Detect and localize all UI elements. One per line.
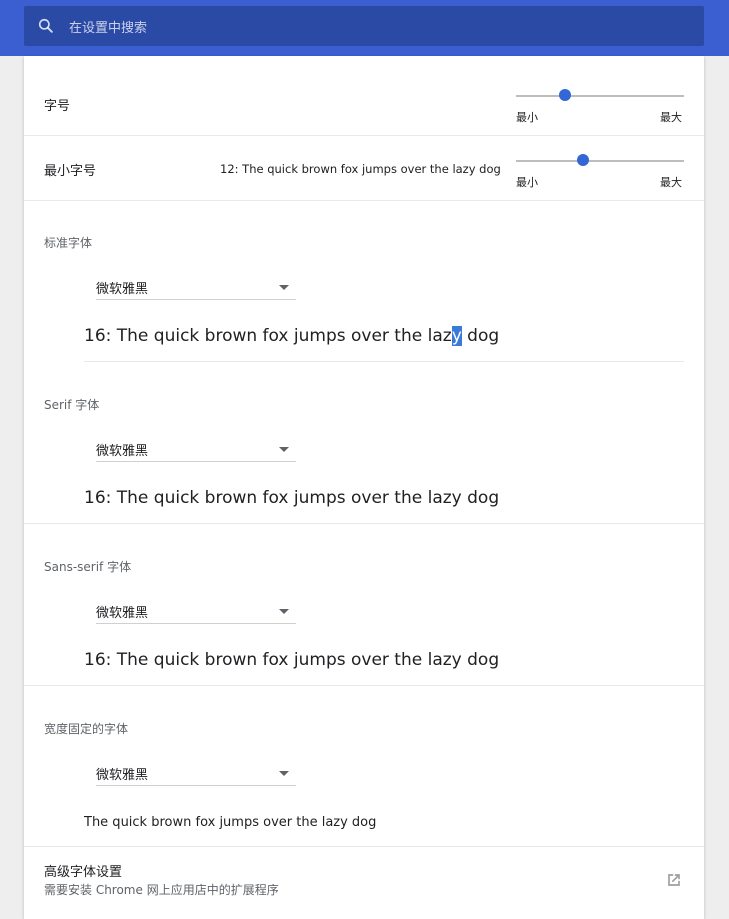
dropdown-arrow-icon	[279, 447, 289, 452]
serif-font-value: 微软雅黑	[96, 444, 149, 459]
sample-text-before: 16: The quick brown fox jumps over the l…	[84, 326, 452, 346]
fixed-width-font-value: 微软雅黑	[96, 768, 149, 783]
font-size-row: 字号 最小 最大	[24, 71, 704, 136]
fixed-width-font-dropdown[interactable]: 微软雅黑	[96, 762, 296, 786]
dropdown-arrow-icon	[279, 771, 289, 776]
standard-font-dropdown[interactable]: 微软雅黑	[96, 276, 296, 300]
search-box[interactable]: 在设置中搜索	[24, 6, 704, 46]
advanced-font-settings-title: 高级字体设置	[44, 865, 123, 880]
standard-font-section: 标准字体 微软雅黑 16: The quick brown fox jumps …	[24, 201, 704, 363]
font-size-min-label: 最小	[516, 111, 538, 124]
font-size-label: 字号	[44, 99, 71, 114]
advanced-font-settings-link[interactable]: 高级字体设置 需要安装 Chrome 网上应用店中的扩展程序	[24, 847, 704, 919]
fixed-width-font-sample: The quick brown fox jumps over the lazy …	[84, 815, 377, 830]
min-font-size-sample: 12: The quick brown fox jumps over the l…	[220, 162, 501, 176]
standard-font-value: 微软雅黑	[96, 282, 149, 297]
standard-font-label: 标准字体	[44, 236, 93, 250]
min-font-size-label: 最小字号	[44, 164, 97, 179]
font-size-slider-knob[interactable]	[559, 89, 571, 101]
search-input[interactable]: 在设置中搜索	[69, 17, 147, 36]
serif-font-dropdown[interactable]: 微软雅黑	[96, 438, 296, 462]
min-font-size-slider-track[interactable]	[516, 160, 684, 162]
min-font-size-max-label: 最大	[660, 176, 682, 189]
dropdown-arrow-icon	[279, 285, 289, 290]
fixed-width-font-label: 宽度固定的字体	[44, 722, 129, 736]
fonts-settings-card: 字号 最小 最大 最小字号 12: The quick brown fox ju…	[24, 56, 704, 919]
dropdown-arrow-icon	[279, 609, 289, 614]
min-font-size-slider-knob[interactable]	[577, 154, 589, 166]
font-size-slider-track[interactable]	[516, 95, 684, 97]
sans-serif-font-sample: 16: The quick brown fox jumps over the l…	[84, 650, 500, 670]
selected-text: y	[451, 326, 462, 346]
sample-text-after: dog	[461, 326, 500, 346]
font-size-max-label: 最大	[660, 111, 682, 124]
sans-serif-font-value: 微软雅黑	[96, 606, 149, 621]
serif-font-label: Serif 字体	[44, 398, 100, 412]
top-toolbar: 在设置中搜索	[0, 0, 729, 56]
min-font-size-min-label: 最小	[516, 176, 538, 189]
search-icon	[38, 18, 53, 33]
sans-serif-font-section: Sans-serif 字体 微软雅黑 16: The quick brown f…	[24, 524, 704, 686]
sans-serif-font-label: Sans-serif 字体	[44, 560, 132, 574]
open-in-new-icon[interactable]	[664, 870, 684, 890]
serif-font-section: Serif 字体 微软雅黑 16: The quick brown fox ju…	[24, 362, 704, 524]
serif-font-sample: 16: The quick brown fox jumps over the l…	[84, 488, 500, 508]
advanced-font-settings-subtitle: 需要安装 Chrome 网上应用店中的扩展程序	[44, 883, 279, 897]
standard-font-sample: 16: The quick brown fox jumps over the l…	[84, 326, 499, 346]
fixed-width-font-section: 宽度固定的字体 微软雅黑 The quick brown fox jumps o…	[24, 686, 704, 847]
min-font-size-row: 最小字号 12: The quick brown fox jumps over …	[24, 136, 704, 201]
sans-serif-font-dropdown[interactable]: 微软雅黑	[96, 600, 296, 624]
